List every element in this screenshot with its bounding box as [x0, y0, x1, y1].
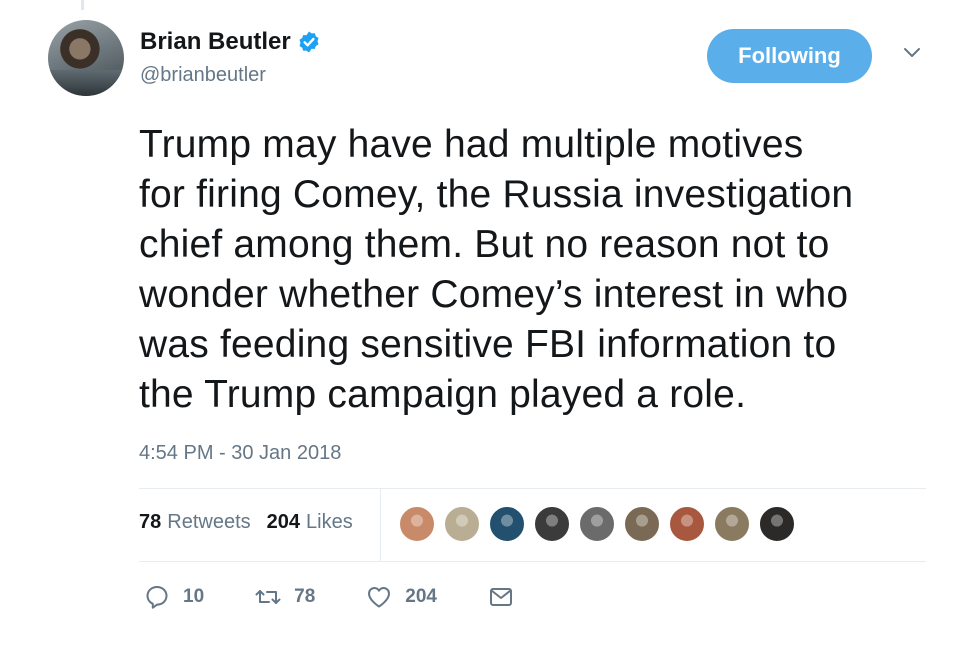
- likes-label: Likes: [306, 511, 353, 533]
- liker-avatar[interactable]: [668, 505, 706, 543]
- author-handle[interactable]: @brianbeutler: [140, 64, 266, 87]
- stats-divider-bottom: [139, 561, 926, 562]
- reply-count: 10: [183, 586, 205, 607]
- likes-count: 204: [266, 511, 300, 533]
- thread-connector-line: [81, 0, 84, 10]
- tweet-text-line: Trump may have had multiple motives: [139, 123, 804, 166]
- liker-avatar[interactable]: [758, 505, 796, 543]
- following-button[interactable]: Following: [707, 29, 872, 83]
- tweet-actions: 10 78 204: [143, 583, 565, 611]
- liker-avatar[interactable]: [398, 505, 436, 543]
- like-action[interactable]: 204: [365, 583, 437, 611]
- envelope-icon: [489, 588, 512, 606]
- author-display-name[interactable]: Brian Beutler: [140, 28, 291, 56]
- stats-divider-top: [139, 488, 926, 489]
- likers-avatars: [398, 505, 796, 543]
- retweet-count: 78: [294, 586, 316, 607]
- retweets-count: 78: [139, 511, 162, 533]
- liker-avatar[interactable]: [533, 505, 571, 543]
- author-name-row: Brian Beutler: [140, 28, 321, 56]
- reply-icon: [146, 586, 168, 609]
- like-count: 204: [405, 586, 437, 607]
- retweets-label: Retweets: [167, 511, 251, 533]
- verified-badge-icon: [299, 31, 319, 53]
- stats-vertical-divider: [380, 488, 381, 561]
- liker-avatar[interactable]: [713, 505, 751, 543]
- reply-action[interactable]: 10: [143, 583, 204, 611]
- retweet-action[interactable]: 78: [254, 583, 315, 611]
- liker-avatar[interactable]: [443, 505, 481, 543]
- tweet-text-line: chief among them. But no reason not to: [139, 223, 830, 266]
- tweet-text-line: for firing Comey, the Russia investigati…: [139, 173, 854, 216]
- avatar[interactable]: [48, 20, 124, 96]
- likes-stat[interactable]: 204 Likes: [267, 511, 353, 534]
- tweet-text-line: was feeding sensitive FBI information to: [139, 323, 837, 366]
- heart-icon: [368, 587, 391, 608]
- tweet-timestamp[interactable]: 4:54 PM - 30 Jan 2018: [139, 442, 341, 465]
- direct-message-action[interactable]: [487, 583, 515, 611]
- retweet-icon: [255, 590, 281, 604]
- tweet-text-line: wonder whether Comey’s interest in who: [139, 273, 849, 316]
- tweet-stats: 78 Retweets 204 Likes: [139, 511, 353, 534]
- retweets-stat[interactable]: 78 Retweets: [139, 511, 251, 534]
- liker-avatar[interactable]: [623, 505, 661, 543]
- liker-avatar[interactable]: [488, 505, 526, 543]
- tweet-text-line: the Trump campaign played a role.: [139, 373, 747, 416]
- tweet-text: Trump may have had multiple motives for …: [139, 120, 939, 420]
- chevron-down-icon[interactable]: [902, 46, 922, 60]
- liker-avatar[interactable]: [578, 505, 616, 543]
